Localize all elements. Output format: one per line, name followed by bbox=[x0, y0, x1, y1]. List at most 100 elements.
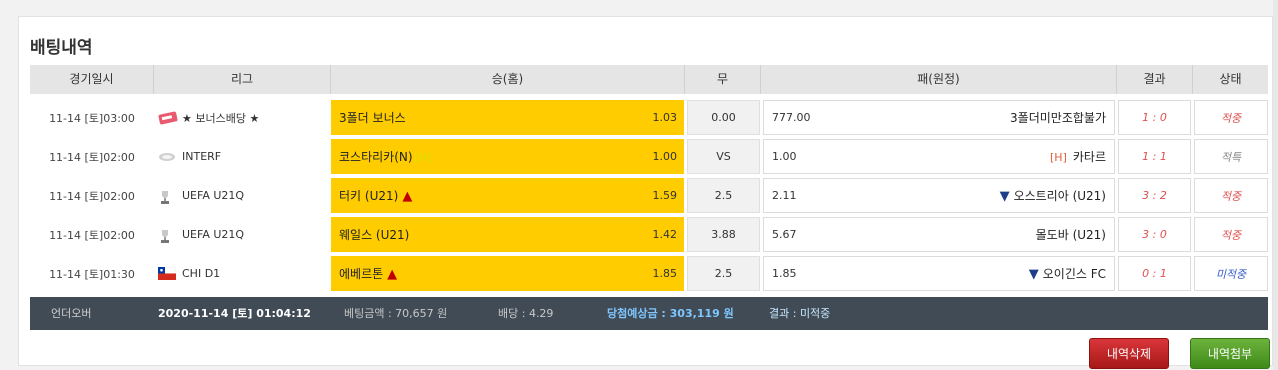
league-cell: ★ 보너스배당 ★ bbox=[154, 100, 330, 135]
col-header-home: 승(홈) bbox=[331, 65, 685, 94]
home-handicap-mark: [H] bbox=[414, 151, 432, 164]
home-pick-cell[interactable]: 웨일스 (U21) 1.42 bbox=[331, 217, 684, 252]
bet-rows: 11-14 [토]03:00 ★ 보너스배당 ★ 3폴더 보너스 1.03 0.… bbox=[30, 98, 1268, 293]
home-pick-cell[interactable]: 코스타리카(N) [H] 1.00 bbox=[331, 139, 684, 174]
away-team-name: 3폴더미만조합불가 bbox=[1010, 111, 1106, 125]
draw-cell[interactable]: 2.5 bbox=[687, 256, 760, 291]
draw-cell[interactable]: 3.88 bbox=[687, 217, 760, 252]
away-team-name: 카타르 bbox=[1072, 150, 1106, 164]
away-pick-cell[interactable]: 777.00 3폴더미만조합불가 bbox=[763, 100, 1115, 135]
away-team: ▼ 오이긴스 FC bbox=[1029, 265, 1106, 282]
col-header-draw: 무 bbox=[685, 65, 761, 94]
summary-bet-type: 언더오버 bbox=[51, 307, 92, 320]
col-header-away: 패(원정) bbox=[761, 65, 1117, 94]
col-header-league: 리그 bbox=[154, 65, 331, 94]
match-datetime: 11-14 [토]02:00 bbox=[49, 189, 135, 203]
up-arrow-icon: ▲ bbox=[387, 267, 398, 282]
col-header-result: 결과 bbox=[1117, 65, 1193, 94]
away-team: 3폴더미만조합불가 bbox=[1010, 109, 1106, 126]
match-result: 3 : 2 bbox=[1118, 178, 1191, 213]
home-odds: 1.85 bbox=[652, 267, 678, 280]
league-cell: INTERF bbox=[154, 139, 330, 174]
home-team: 에베르톤 ▲ bbox=[339, 265, 397, 282]
away-odds: 1.00 bbox=[772, 150, 797, 163]
away-odds: 1.85 bbox=[772, 267, 797, 280]
match-result: 1 : 1 bbox=[1118, 139, 1191, 174]
draw-cell[interactable]: 2.5 bbox=[687, 178, 760, 213]
home-team-name: 터키 (U21) bbox=[339, 189, 399, 203]
home-team-name: 3폴더 보너스 bbox=[339, 111, 406, 125]
home-team-name: 코스타리카(N) bbox=[339, 150, 413, 164]
summary-datetime: 2020-11-14 [토] 01:04:12 bbox=[158, 307, 311, 320]
away-handicap-mark: [H] bbox=[1050, 151, 1067, 164]
away-team: [H] 카타르 bbox=[1050, 148, 1106, 165]
bonus-ticket-icon bbox=[158, 111, 178, 125]
home-pick-cell[interactable]: 에베르톤 ▲ 1.85 bbox=[331, 256, 684, 291]
match-datetime: 11-14 [토]02:00 bbox=[49, 150, 135, 164]
away-team-name: 몰도바 (U21) bbox=[1035, 228, 1106, 242]
away-odds: 5.67 bbox=[772, 228, 797, 241]
col-header-state: 상태 bbox=[1219, 72, 1242, 86]
away-odds: 777.00 bbox=[772, 111, 811, 124]
bet-state: 적특 bbox=[1194, 139, 1268, 174]
summary-odds: 배당 : 4.29 bbox=[498, 307, 554, 320]
bet-summary-bar: 언더오버 2020-11-14 [토] 01:04:12 베팅금액 : 70,6… bbox=[30, 297, 1268, 330]
home-pick-cell[interactable]: 3폴더 보너스 1.03 bbox=[331, 100, 684, 135]
away-pick-cell[interactable]: 1.85 ▼ 오이긴스 FC bbox=[763, 256, 1115, 291]
away-team-name: 오스트리아 (U21) bbox=[1013, 189, 1106, 203]
generic-league-icon bbox=[158, 150, 175, 164]
home-team: 웨일스 (U21) bbox=[339, 226, 409, 243]
draw-cell[interactable]: 0.00 bbox=[687, 100, 760, 135]
down-arrow-icon: ▼ bbox=[999, 189, 1010, 204]
home-team: 코스타리카(N) [H] bbox=[339, 148, 431, 165]
home-odds: 1.59 bbox=[652, 189, 678, 202]
delete-history-button[interactable]: 내역삭제 bbox=[1089, 338, 1169, 369]
home-pick-cell[interactable]: 터키 (U21) ▲ 1.59 bbox=[331, 178, 684, 213]
league-name: ★ 보너스배당 ★ bbox=[182, 111, 260, 125]
match-datetime: 11-14 [토]01:30 bbox=[49, 267, 135, 281]
away-team: 몰도바 (U21) bbox=[1036, 226, 1106, 243]
summary-expected-win: 당첨예상금 : 303,119 원 bbox=[607, 307, 734, 320]
bet-state: 적중 bbox=[1194, 178, 1268, 213]
away-team-name: 오이긴스 FC bbox=[1042, 267, 1106, 281]
match-datetime: 11-14 [토]02:00 bbox=[49, 228, 135, 242]
away-team: ▼ 오스트리아 (U21) bbox=[1000, 187, 1106, 204]
league-cell: UEFA U21Q bbox=[154, 178, 330, 213]
down-arrow-icon: ▼ bbox=[1028, 267, 1039, 282]
page-scrollbar[interactable] bbox=[1273, 0, 1278, 370]
home-team-name: 에베르톤 bbox=[339, 267, 384, 281]
home-odds: 1.00 bbox=[652, 150, 678, 163]
league-name: UEFA U21Q bbox=[182, 189, 245, 202]
away-pick-cell[interactable]: 1.00 [H] 카타르 bbox=[763, 139, 1115, 174]
trophy-icon bbox=[158, 189, 174, 204]
league-cell: CHI D1 bbox=[154, 256, 330, 291]
bet-row: 11-14 [토]03:00 ★ 보너스배당 ★ 3폴더 보너스 1.03 0.… bbox=[30, 98, 1268, 137]
match-result: 1 : 0 bbox=[1118, 100, 1191, 135]
bet-row: 11-14 [토]01:30 CHI D1 에베르톤 ▲ 1.85 2.5 1.8… bbox=[30, 254, 1268, 293]
summary-bet-amount: 베팅금액 : 70,657 원 bbox=[344, 307, 448, 320]
league-cell: UEFA U21Q bbox=[154, 217, 330, 252]
away-pick-cell[interactable]: 5.67 몰도바 (U21) bbox=[763, 217, 1115, 252]
home-team: 3폴더 보너스 bbox=[339, 109, 406, 126]
section-title: 배팅내역 bbox=[30, 38, 93, 58]
home-odds: 1.03 bbox=[652, 111, 678, 124]
bet-state: 적중 bbox=[1194, 100, 1268, 135]
league-name: UEFA U21Q bbox=[182, 228, 245, 241]
bet-row: 11-14 [토]02:00 INTERF 코스타리카(N) [H] 1.00 V… bbox=[30, 137, 1268, 176]
table-header: 경기일시 리그 승(홈) 무 패(원정) 결과 상태 bbox=[30, 65, 1268, 94]
away-pick-cell[interactable]: 2.11 ▼ 오스트리아 (U21) bbox=[763, 178, 1115, 213]
away-odds: 2.11 bbox=[772, 189, 797, 202]
up-arrow-icon: ▲ bbox=[402, 189, 413, 204]
home-team-name: 웨일스 (U21) bbox=[339, 228, 410, 242]
attach-history-button[interactable]: 내역첨부 bbox=[1190, 338, 1270, 369]
chile-flag-icon bbox=[157, 266, 177, 281]
trophy-icon bbox=[158, 228, 174, 243]
match-result: 3 : 0 bbox=[1118, 217, 1191, 252]
match-datetime: 11-14 [토]03:00 bbox=[49, 111, 135, 125]
draw-cell[interactable]: VS bbox=[687, 139, 760, 174]
home-odds: 1.42 bbox=[652, 228, 678, 241]
home-team: 터키 (U21) ▲ bbox=[339, 187, 412, 204]
league-name: CHI D1 bbox=[182, 267, 221, 280]
match-result: 0 : 1 bbox=[1118, 256, 1191, 291]
col-header-date: 경기일시 bbox=[30, 65, 154, 94]
